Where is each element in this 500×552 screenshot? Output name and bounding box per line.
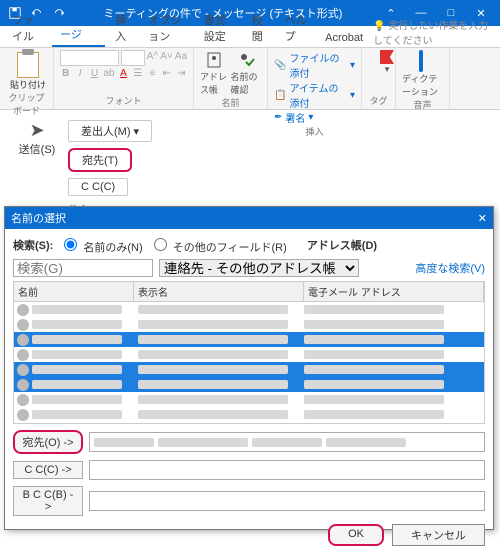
paste-button[interactable]: 貼り付け (6, 50, 50, 91)
table-row[interactable] (14, 302, 484, 317)
radio-other-fields[interactable]: その他のフィールド(R) (149, 235, 287, 255)
table-row[interactable] (14, 377, 484, 392)
dialog-to-button[interactable]: 宛先(O) -> (13, 430, 83, 454)
addressbook-label: アドレス帳(D) (307, 237, 377, 253)
numbering-icon[interactable]: ≡ (147, 68, 158, 82)
cc-button[interactable]: C C(C) (68, 178, 128, 196)
italic-icon[interactable]: I (74, 68, 85, 82)
tab-message[interactable]: メッセージ (52, 7, 105, 47)
search-input[interactable] (13, 259, 153, 277)
dialog-to-value[interactable] (89, 432, 485, 452)
group-names: 名前 (200, 96, 261, 109)
group-tag: タグ (368, 94, 389, 107)
search-label: 検索(S): (13, 237, 53, 253)
shrink-font-icon[interactable]: A˅ (160, 51, 173, 65)
table-row[interactable] (14, 332, 484, 347)
table-row[interactable] (14, 362, 484, 377)
tab-help[interactable]: ヘルプ (277, 9, 315, 47)
addressbook-button[interactable]: アドレス帳 (200, 50, 231, 96)
send-label[interactable]: 送信(S) (16, 141, 58, 157)
select-names-dialog: 名前の選択 ✕ 検索(S): 名前のみ(N) その他のフィールド(R) アドレス… (4, 206, 494, 530)
cancel-button[interactable]: キャンセル (392, 524, 485, 546)
flag-icon (380, 50, 394, 64)
tellme-hint[interactable]: 💡 実行したい作業を入力してください (373, 17, 496, 47)
tab-options[interactable]: オプション (140, 9, 193, 47)
underline-icon[interactable]: U (89, 68, 100, 82)
outdent-icon[interactable]: ⇤ (161, 68, 172, 82)
table-row[interactable] (14, 347, 484, 362)
change-case-icon[interactable]: Aa (175, 51, 187, 65)
tab-review[interactable]: 校閲 (244, 9, 275, 47)
grow-font-icon[interactable]: A^ (147, 51, 159, 65)
tab-acrobat[interactable]: Acrobat (317, 29, 371, 47)
group-font: フォント (60, 94, 187, 107)
group-insert: 挿入 (274, 125, 355, 138)
dialog-title: 名前の選択 (11, 210, 66, 226)
table-row[interactable] (14, 317, 484, 332)
col-display[interactable]: 表示名 (134, 282, 304, 301)
font-name[interactable] (60, 50, 119, 66)
to-button[interactable]: 宛先(T) (68, 148, 132, 172)
table-row[interactable] (14, 407, 484, 422)
group-clipboard: クリップボード (6, 91, 47, 117)
addressbook-select[interactable]: 連絡先 - その他のアドレス帳 (159, 259, 359, 277)
dialog-bcc-button[interactable]: B C C(B) -> (13, 486, 83, 516)
dialog-bcc-value[interactable] (89, 491, 485, 511)
bullets-icon[interactable]: ☰ (132, 68, 143, 82)
names-list[interactable] (13, 302, 485, 424)
dialog-cc-button[interactable]: C C(C) -> (13, 461, 83, 479)
dialog-close-icon[interactable]: ✕ (478, 212, 487, 225)
ok-button[interactable]: OK (328, 524, 384, 546)
checknames-button[interactable]: 名前の確認 (231, 50, 262, 96)
highlight-icon[interactable]: ab (103, 68, 114, 82)
dialog-cc-value[interactable] (89, 460, 485, 480)
bold-icon[interactable]: B (60, 68, 71, 82)
tab-file[interactable]: ファイル (4, 9, 50, 47)
list-header: 名前 表示名 電子メール アドレス (13, 281, 485, 302)
radio-name-only[interactable]: 名前のみ(N) (59, 235, 142, 255)
clipboard-icon (17, 52, 39, 78)
group-voice: 音声 (402, 98, 443, 111)
tab-insert[interactable]: 挿入 (107, 9, 138, 47)
from-button[interactable]: 差出人(M) ▾ (68, 120, 152, 142)
mic-icon (419, 50, 423, 72)
indent-icon[interactable]: ⇥ (176, 68, 187, 82)
dictation-button[interactable]: ディクテーション (402, 50, 440, 98)
col-email[interactable]: 電子メール アドレス (304, 282, 484, 301)
font-color-icon[interactable]: A (118, 68, 129, 82)
signature[interactable]: ✒ 署名 ▾ (274, 110, 355, 125)
attach-item[interactable]: 📋 アイテムの添付 ▾ (274, 80, 355, 110)
advanced-search-link[interactable]: 高度な検索(V) (415, 260, 485, 276)
send-icon[interactable]: ➤ (16, 120, 58, 141)
tab-format[interactable]: 書式設定 (196, 9, 242, 47)
attach-file[interactable]: 📎 ファイルの添付 ▾ (274, 50, 355, 80)
col-name[interactable]: 名前 (14, 282, 134, 301)
font-size[interactable] (121, 50, 145, 66)
table-row[interactable] (14, 392, 484, 407)
